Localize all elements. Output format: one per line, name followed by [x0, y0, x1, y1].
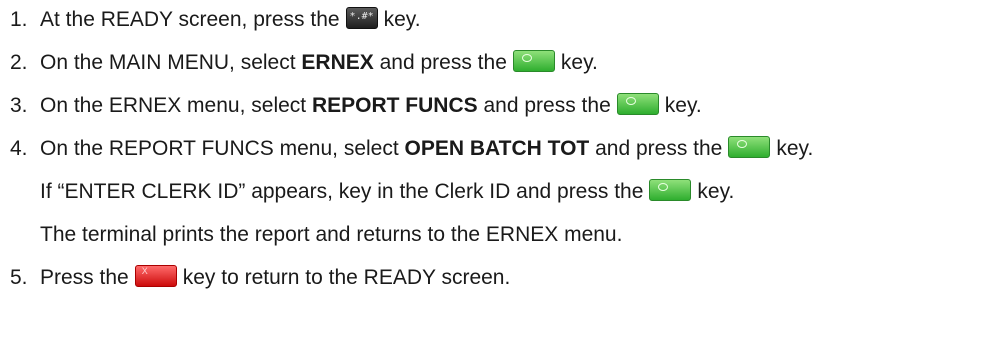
step-text: On the REPORT FUNCS menu, select: [40, 137, 399, 160]
function-key-icon: *.#*: [345, 7, 378, 29]
menu-item-name: ERNEX: [301, 51, 374, 74]
cancel-key-icon: X: [134, 265, 177, 287]
step-number: 3.: [10, 94, 28, 117]
step-text: On the ERNEX menu, select: [40, 94, 307, 117]
menu-item-name: OPEN BATCH TOT: [404, 137, 590, 160]
enter-key-icon: [728, 136, 771, 158]
instruction-steps: 1. At the READY screen, press the *.#* k…: [0, 0, 982, 349]
step-text-middle: and press the: [595, 137, 723, 160]
step-4: 4. On the REPORT FUNCS menu, select OPEN…: [0, 133, 813, 165]
enter-key-icon: [649, 179, 692, 201]
cancel-key-glyph: X: [141, 266, 148, 276]
note-text-end: key.: [697, 180, 735, 203]
step-number: 4.: [10, 137, 28, 160]
step-text-middle: and press the: [483, 94, 611, 117]
step-text-end: key to return to the READY screen.: [182, 266, 511, 289]
menu-item-name: REPORT FUNCS: [311, 94, 478, 117]
step-text-end: key.: [664, 94, 702, 117]
step-2: 2. On the MAIN MENU, select ERNEX and pr…: [0, 47, 598, 79]
step-1: 1. At the READY screen, press the *.#* k…: [0, 4, 421, 36]
note-text: The terminal prints the report and retur…: [40, 223, 623, 246]
step-text: On the MAIN MENU, select: [40, 51, 296, 74]
step-4-note-report: The terminal prints the report and retur…: [0, 219, 622, 251]
step-text-end: key.: [560, 51, 598, 74]
step-3: 3. On the ERNEX menu, select REPORT FUNC…: [0, 90, 702, 122]
note-text: If “ENTER CLERK ID” appears, key in the …: [40, 180, 644, 203]
step-text-end: key.: [383, 8, 421, 31]
step-4-note-clerk-id: If “ENTER CLERK ID” appears, key in the …: [0, 176, 734, 208]
step-number: 1.: [10, 8, 28, 31]
step-5: 5. Press the X key to return to the READ…: [0, 262, 510, 294]
step-text-end: key.: [776, 137, 814, 160]
step-number: 2.: [10, 51, 28, 74]
step-number: 5.: [10, 266, 28, 289]
step-text: At the READY screen, press the: [40, 8, 340, 31]
enter-key-icon: [512, 50, 555, 72]
enter-key-icon: [616, 93, 659, 115]
step-text-middle: and press the: [379, 51, 507, 74]
step-text: Press the: [40, 266, 129, 289]
